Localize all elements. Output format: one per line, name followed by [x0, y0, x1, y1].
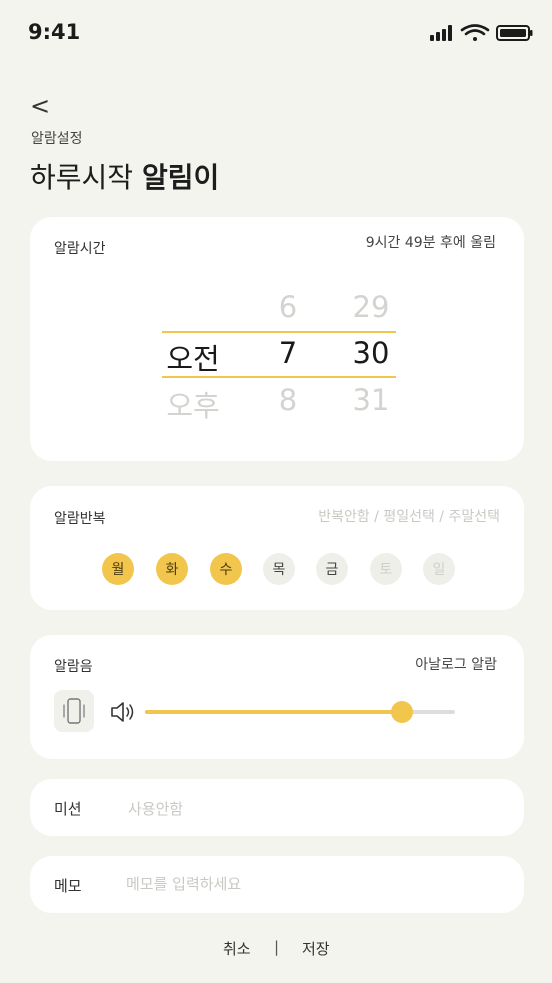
day-sat[interactable]: 토: [370, 553, 402, 585]
ampm-next[interactable]: 오후: [153, 383, 233, 425]
picker-top-line: [162, 331, 396, 333]
minute-prev[interactable]: 29: [331, 290, 411, 324]
ampm-selected[interactable]: 오전: [153, 336, 233, 378]
footer-divider: |: [274, 938, 280, 956]
mission-label: 미션: [54, 800, 82, 818]
back-button[interactable]: <: [30, 92, 50, 120]
mission-row[interactable]: [30, 779, 524, 836]
page-title: 하루시작 알림이: [30, 156, 219, 196]
status-icons: [430, 22, 534, 44]
alarm-time-label: 알람시간: [54, 241, 106, 257]
day-sun[interactable]: 일: [423, 553, 455, 585]
sound-name[interactable]: 아날로그 알람: [300, 654, 497, 674]
alarm-remaining-text: 9시간 49분 후에 울림: [365, 235, 496, 251]
volume-slider-fill: [145, 710, 403, 714]
memo-input[interactable]: [124, 868, 498, 900]
vibrate-phone-icon: [63, 698, 85, 724]
status-time: 9:41: [28, 20, 81, 44]
minute-selected[interactable]: 30: [331, 336, 411, 370]
minute-next[interactable]: 31: [331, 383, 411, 417]
hour-next[interactable]: 8: [248, 383, 328, 417]
day-tue[interactable]: 화: [156, 553, 188, 585]
day-fri[interactable]: 금: [316, 553, 348, 585]
memo-label: 메모: [54, 877, 82, 895]
title-prefix: 하루시작: [30, 161, 142, 194]
cancel-button[interactable]: 취소: [223, 938, 251, 959]
mission-value[interactable]: 사용안함: [128, 798, 183, 819]
title-bold: 알림이: [141, 161, 220, 194]
sound-label: 알람음: [54, 659, 93, 675]
hour-prev[interactable]: 6: [248, 290, 328, 324]
signal-icon: [430, 25, 452, 41]
wifi-icon: [460, 24, 490, 41]
battery-icon: [496, 25, 533, 41]
day-wed[interactable]: 수: [210, 553, 242, 585]
repeat-label: 알람반복: [54, 511, 106, 527]
volume-icon: [110, 700, 138, 728]
repeat-options[interactable]: 반복안함 / 평일선택 / 주말선택: [250, 506, 500, 526]
repeat-card: [30, 486, 524, 610]
save-button[interactable]: 저장: [302, 938, 330, 959]
day-mon[interactable]: 월: [102, 553, 134, 585]
hour-selected[interactable]: 7: [248, 336, 328, 370]
day-thu[interactable]: 목: [263, 553, 295, 585]
page-subtitle: 알람설정: [31, 131, 83, 147]
vibrate-button[interactable]: [54, 690, 94, 732]
